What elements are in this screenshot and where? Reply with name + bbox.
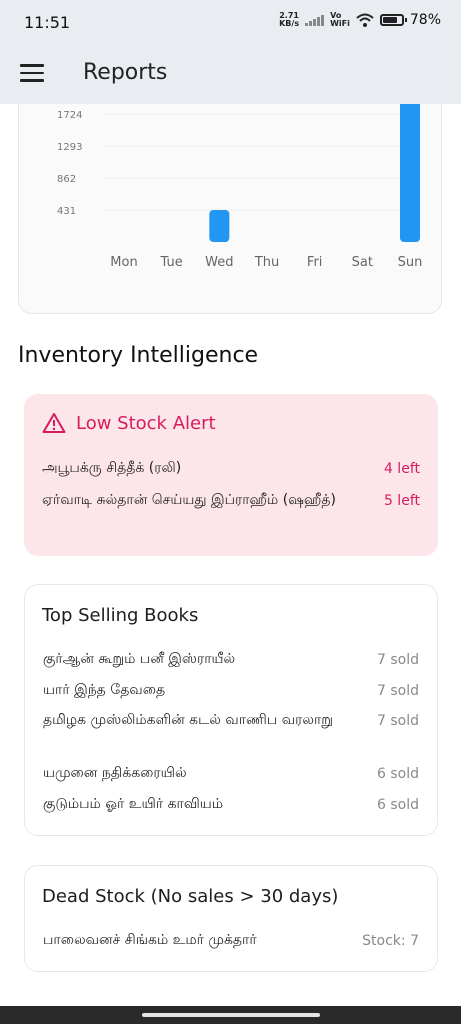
x-tick-label: Sun [398,255,423,270]
list-item[interactable]: யார் இந்த தேவதை 7 sold [43,680,419,701]
battery-level [382,17,397,23]
cell-signal-icon [305,14,325,26]
book-name: யமுனை நதிக்கரையில் [43,765,187,781]
home-indicator[interactable] [142,1013,320,1017]
x-tick-label: Fri [307,255,323,270]
y-tick-label: 1724 [57,110,82,121]
low-stock-header: Low Stock Alert [42,412,216,434]
navigation-bar [0,1006,461,1024]
bar-sun[interactable] [400,91,420,242]
stock-left: 4 left [383,460,420,477]
low-stock-title: Low Stock Alert [76,412,216,434]
list-item[interactable]: யமுனை நதிக்கரையில் 6 sold [43,763,419,784]
sold-count: 7 sold [377,682,419,699]
book-name: குர்ஆன் கூறும் பனீ இஸ்ராயீல் [43,651,236,667]
status-bar: 11:51 2.71 KB/s Vo WiFi 78% [0,0,461,46]
page-title: Reports [83,60,168,85]
x-tick-label: Thu [254,255,279,270]
sold-count: 6 sold [377,796,419,813]
x-tick-label: Sat [352,255,373,270]
y-tick-label: 862 [57,174,76,185]
vo-wifi-icon: Vo WiFi [330,12,350,28]
inventory-section-title: Inventory Intelligence [18,343,259,368]
battery-icon [379,14,407,26]
vo-wifi-bottom: WiFi [330,19,350,28]
book-name: யார் இந்த தேவதை [43,682,166,698]
bar-wed[interactable] [209,210,230,242]
list-item[interactable]: குடும்பம் ஓர் உயிர் காவியம் 6 sold [43,794,419,815]
sold-count: 7 sold [377,712,419,729]
wifi-icon [356,13,374,27]
menu-icon[interactable] [20,64,44,86]
weekly-sales-chart-card: 431 862 1293 1724 Mon Tue Wed Thu Fri Sat Sun [18,90,442,314]
stock-count: Stock: 7 [362,932,419,949]
sold-count: 7 sold [377,651,419,668]
battery-percent: 78% [409,12,441,28]
x-tick-label: Wed [205,255,233,270]
x-tick-label: Tue [160,255,183,270]
y-tick-label: 1293 [57,142,82,153]
weekly-sales-chart: 431 862 1293 1724 Mon Tue Wed Thu Fri Sat Sun [57,91,423,270]
status-icons: 2.71 KB/s Vo WiFi 78% [279,12,441,29]
sold-count: 6 sold [377,765,419,782]
network-speed: 2.71 KB/s [279,12,299,28]
book-name: பாலைவனச் சிங்கம் உமர் முக்தார் [43,932,257,948]
book-name: தமிழக முஸ்லிம்களின் கடல் வாணிப வரலாறு [43,712,333,728]
list-item[interactable]: அபூபக்ரு சித்தீக் (ரலி) 4 left [42,458,420,479]
y-tick-label: 431 [57,206,76,217]
book-name: அபூபக்ரு சித்தீக் (ரலி) [42,460,182,476]
app-bar: Reports [0,46,461,104]
book-name: குடும்பம் ஓர் உயிர் காவியம் [43,796,224,812]
x-tick-label: Mon [110,255,137,270]
top-selling-card: Top Selling Books குர்ஆன் கூறும் பனீ இஸ்… [24,584,438,836]
low-stock-alert-card: Low Stock Alert அபூபக்ரு சித்தீக் (ரலி) … [24,394,438,556]
book-name: ஏர்வாடி சுல்தான் செய்யது இப்ராஹீம் (ஷஹீத… [42,492,336,508]
status-time: 11:51 [24,13,71,32]
warning-icon [42,413,66,433]
network-speed-unit: KB/s [279,19,300,28]
stock-left: 5 left [383,492,420,509]
list-item[interactable]: தமிழக முஸ்லிம்களின் கடல் வாணிப வரலாறு 7 … [43,710,419,731]
dead-stock-title: Dead Stock (No sales > 30 days) [42,886,339,907]
list-item[interactable]: ஏர்வாடி சுல்தான் செய்யது இப்ராஹீம் (ஷஹீத… [42,490,420,511]
dead-stock-card: Dead Stock (No sales > 30 days) பாலைவனச்… [24,865,438,972]
list-item[interactable]: பாலைவனச் சிங்கம் உமர் முக்தார் Stock: 7 [43,930,419,951]
top-selling-title: Top Selling Books [42,605,199,626]
list-item[interactable]: குர்ஆன் கூறும் பனீ இஸ்ராயீல் 7 sold [43,649,419,670]
